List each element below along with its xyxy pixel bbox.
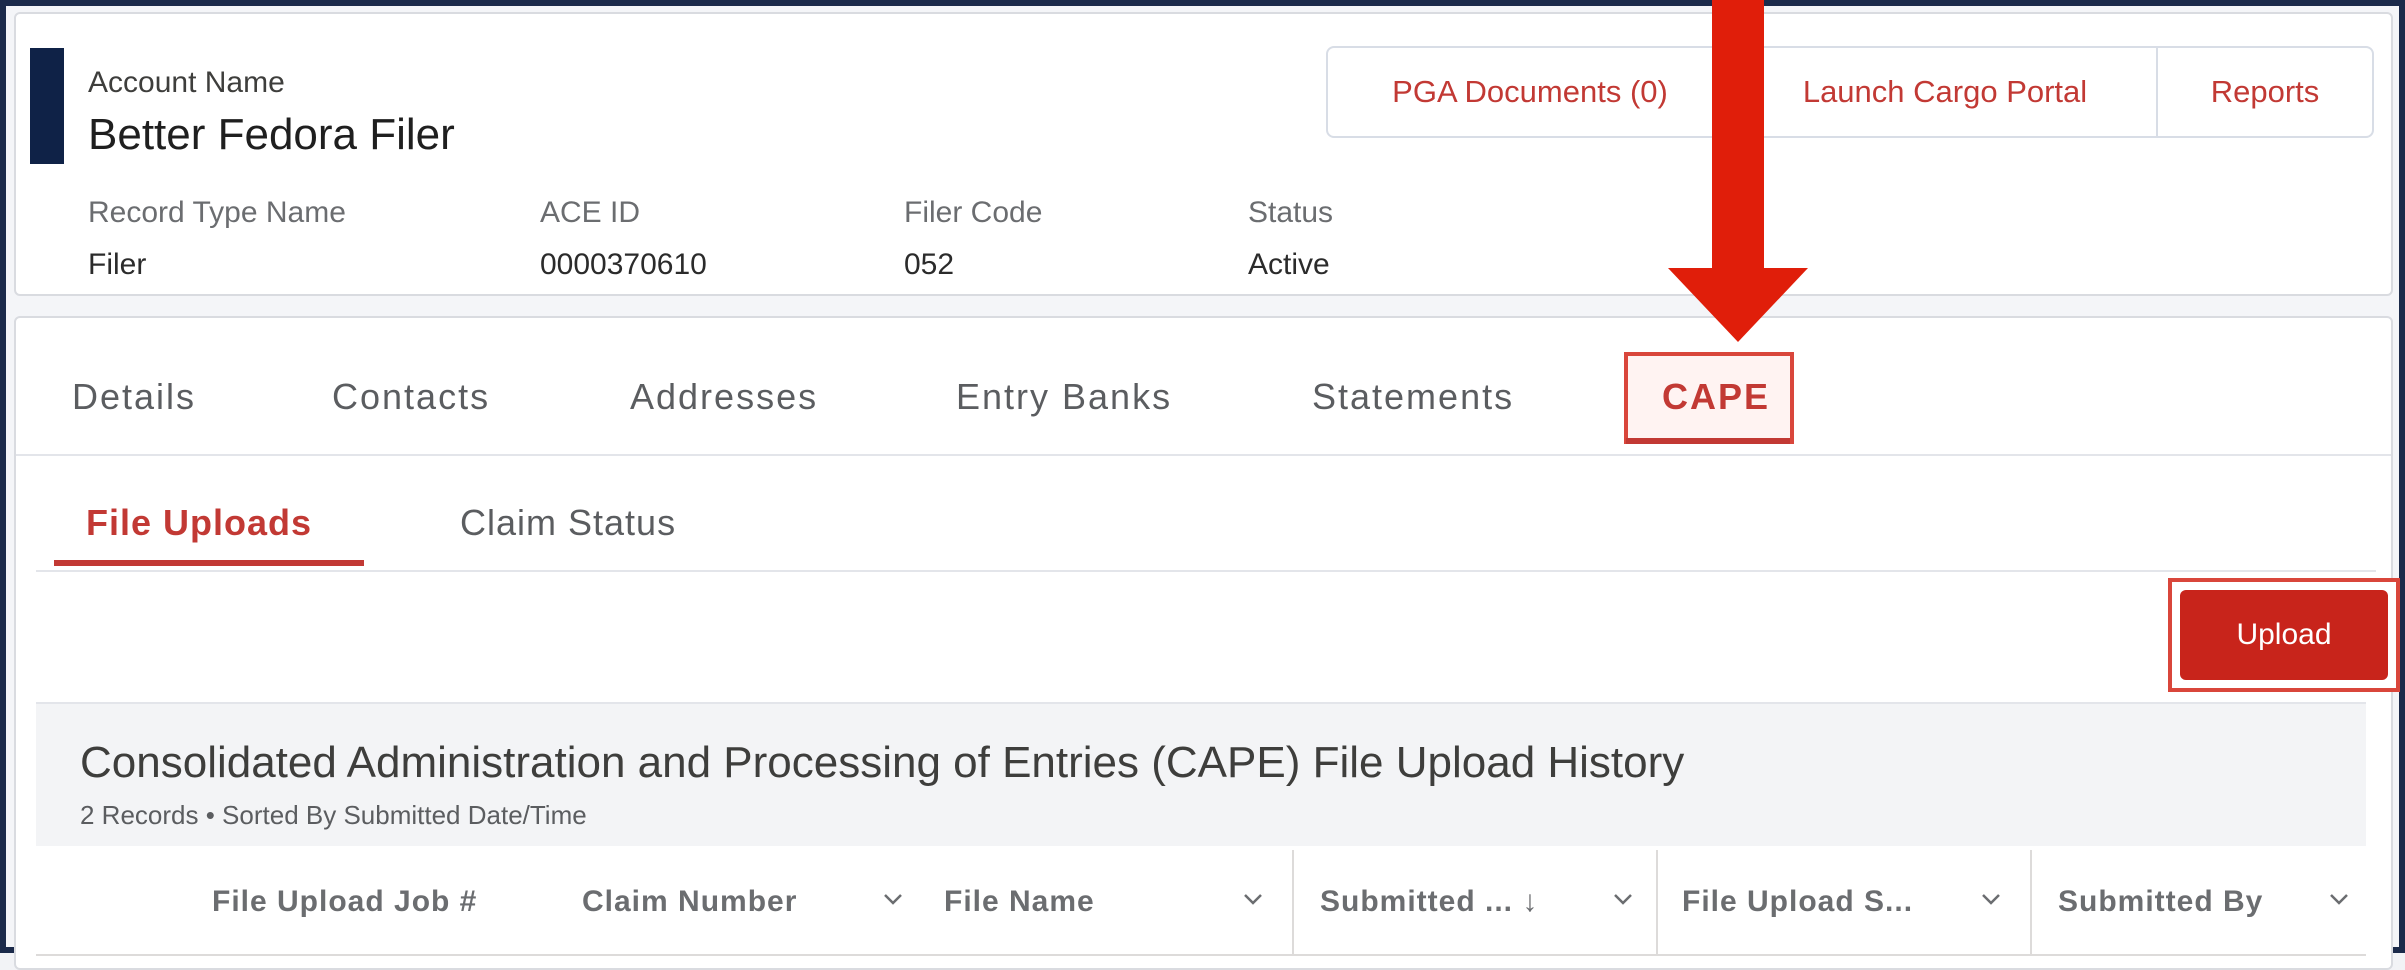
- field-label: Record Type Name: [88, 196, 346, 229]
- column-submitted-by[interactable]: Submitted By: [2030, 850, 2366, 954]
- chevron-down-icon[interactable]: [2328, 888, 2350, 910]
- tab-entry-banks[interactable]: Entry Banks: [956, 376, 1172, 418]
- active-subtab-indicator: [54, 560, 364, 566]
- field-ace-id: ACE ID 0000370610: [540, 196, 707, 282]
- tab-details[interactable]: Details: [72, 376, 196, 418]
- column-file-upload-job[interactable]: File Upload Job #: [212, 850, 477, 954]
- column-claim-number[interactable]: Claim Number: [582, 850, 912, 954]
- chevron-down-icon[interactable]: [1980, 888, 2002, 910]
- list-header: Consolidated Administration and Processi…: [36, 702, 2366, 846]
- field-value: Active: [1248, 248, 1330, 281]
- annotation-arrow-icon: [1668, 0, 1808, 342]
- column-file-upload-status[interactable]: File Upload S...: [1656, 850, 2030, 954]
- list-subtitle: 2 Records • Sorted By Submitted Date/Tim…: [80, 800, 587, 830]
- field-filer-code: Filer Code 052: [904, 196, 1042, 282]
- field-label: Status: [1248, 196, 1334, 229]
- column-label: File Upload Job #: [212, 885, 478, 918]
- table-header-row: File Upload Job # Claim Number File Name…: [36, 850, 2366, 956]
- account-icon-bar: [30, 48, 64, 164]
- column-submitted-date[interactable]: Submitted ... ↓: [1292, 850, 1656, 954]
- column-label: Claim Number: [582, 885, 798, 918]
- tab-statements[interactable]: Statements: [1312, 376, 1514, 418]
- subtab-claim-status[interactable]: Claim Status: [460, 502, 676, 544]
- tab-addresses[interactable]: Addresses: [630, 376, 818, 418]
- field-label: ACE ID: [540, 196, 641, 229]
- account-header: Account Name Better Fedora Filer Record …: [14, 12, 2393, 296]
- upload-button-highlight: Upload: [2168, 578, 2400, 692]
- tab-cape[interactable]: CAPE: [1662, 376, 1770, 418]
- header-button-group: PGA Documents (0) Launch Cargo Portal Re…: [1326, 46, 2374, 138]
- account-name: Better Fedora Filer: [88, 110, 455, 159]
- column-label: Submitted ... ↓: [1320, 885, 1539, 918]
- subtab-file-uploads[interactable]: File Uploads: [86, 502, 312, 544]
- column-label: File Upload S...: [1682, 885, 1914, 918]
- chevron-down-icon[interactable]: [1612, 888, 1634, 910]
- reports-button[interactable]: Reports: [2158, 48, 2372, 136]
- tab-contacts[interactable]: Contacts: [332, 376, 490, 418]
- field-record-type: Record Type Name Filer: [88, 196, 346, 282]
- tab-bar: Details Contacts Addresses Entry Banks S…: [16, 318, 2391, 456]
- column-file-name[interactable]: File Name: [944, 850, 1284, 954]
- active-tab-indicator: [1626, 438, 1790, 444]
- field-status: Status Active: [1248, 196, 1333, 282]
- main-card: Details Contacts Addresses Entry Banks S…: [14, 316, 2400, 970]
- list-title: Consolidated Administration and Processi…: [80, 738, 1685, 787]
- field-value: 0000370610: [540, 248, 707, 281]
- chevron-down-icon[interactable]: [882, 888, 904, 910]
- field-value: 052: [904, 248, 955, 281]
- field-label: Filer Code: [904, 196, 1043, 229]
- upload-button[interactable]: Upload: [2180, 590, 2388, 680]
- chevron-down-icon[interactable]: [1242, 888, 1264, 910]
- subtab-bar: File Uploads Claim Status: [36, 456, 2376, 572]
- account-name-label: Account Name: [88, 66, 285, 99]
- field-value: Filer: [88, 248, 147, 281]
- column-label: File Name: [944, 885, 1095, 918]
- column-label: Submitted By: [2058, 885, 2264, 918]
